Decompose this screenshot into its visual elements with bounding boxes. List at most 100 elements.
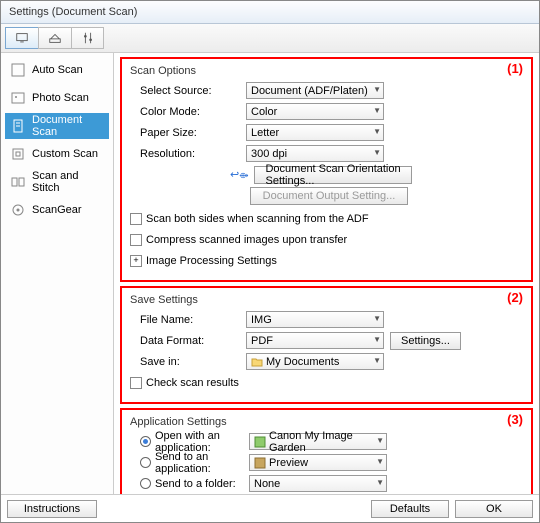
settings-window: Settings (Document Scan) Auto Scan Photo…	[0, 0, 540, 523]
titlebar: Settings (Document Scan)	[1, 1, 539, 24]
chevron-down-icon: ▼	[373, 314, 381, 323]
preview-icon	[254, 457, 266, 469]
defaults-label: Defaults	[390, 503, 430, 515]
save-settings-title: Save Settings	[130, 294, 523, 306]
data-format-value: PDF	[251, 335, 273, 347]
sidebar-item-label: Scan and Stitch	[32, 170, 104, 194]
sidebar-item-custom-scan[interactable]: Custom Scan	[5, 141, 109, 167]
chevron-down-icon: ▼	[376, 457, 384, 466]
application-settings-section: (3) Application Settings Open with an ap…	[120, 408, 533, 494]
open-with-dropdown[interactable]: Canon My Image Garden ▼	[249, 433, 387, 450]
sidebar-item-label: Document Scan	[32, 114, 104, 138]
send-folder-value: None	[254, 478, 280, 490]
footer: Instructions Defaults OK	[1, 494, 539, 522]
scanner-flatbed-icon	[48, 31, 62, 45]
orientation-hint-icon: ↩⟴	[230, 168, 248, 181]
save-in-label: Save in:	[130, 356, 246, 368]
monitor-icon	[15, 31, 29, 45]
section-number-1: (1)	[507, 61, 523, 76]
content: (1) Scan Options Select Source: Document…	[114, 53, 539, 494]
file-name-label: File Name:	[130, 314, 246, 326]
sidebar-item-label: ScanGear	[32, 204, 82, 216]
defaults-button[interactable]: Defaults	[371, 500, 449, 518]
paper-size-dropdown[interactable]: Letter ▼	[246, 124, 384, 141]
chevron-down-icon: ▼	[373, 148, 381, 157]
body: Auto Scan Photo Scan Document Scan Custo…	[1, 53, 539, 494]
scangear-icon	[10, 202, 26, 218]
sidebar-item-photo-scan[interactable]: Photo Scan	[5, 85, 109, 111]
application-settings-title: Application Settings	[130, 416, 523, 428]
chevron-down-icon: ▼	[373, 356, 381, 365]
auto-scan-icon	[10, 62, 26, 78]
open-with-value: Canon My Image Garden	[269, 430, 382, 454]
orientation-settings-button[interactable]: Document Scan Orientation Settings...	[254, 166, 412, 184]
chevron-down-icon: ▼	[373, 85, 381, 94]
open-with-radio[interactable]	[140, 436, 151, 447]
color-mode-label: Color Mode:	[130, 106, 246, 118]
sidebar-item-label: Photo Scan	[32, 92, 89, 104]
custom-scan-icon	[10, 146, 26, 162]
save-settings-section: (2) Save Settings File Name: IMG ▼ Data …	[120, 286, 533, 404]
section-number-2: (2)	[507, 290, 523, 305]
resolution-dropdown[interactable]: 300 dpi ▼	[246, 145, 384, 162]
save-in-dropdown[interactable]: My Documents ▼	[246, 353, 384, 370]
file-name-value: IMG	[251, 314, 272, 326]
file-name-field[interactable]: IMG ▼	[246, 311, 384, 328]
paper-size-value: Letter	[251, 127, 279, 139]
sidebar-item-label: Custom Scan	[32, 148, 98, 160]
send-folder-label: Send to a folder:	[155, 478, 249, 490]
scan-both-sides-label: Scan both sides when scanning from the A…	[146, 213, 369, 225]
orientation-settings-label: Document Scan Orientation Settings...	[265, 163, 401, 187]
sidebar-item-document-scan[interactable]: Document Scan	[5, 113, 109, 139]
settings-btn-label: Settings...	[401, 335, 450, 347]
output-setting-label: Document Output Setting...	[263, 190, 396, 202]
data-format-label: Data Format:	[130, 335, 246, 347]
data-format-dropdown[interactable]: PDF ▼	[246, 332, 384, 349]
app-icon	[254, 436, 266, 448]
save-in-value: My Documents	[266, 356, 339, 368]
sidebar-item-scan-and-stitch[interactable]: Scan and Stitch	[5, 169, 109, 195]
chevron-down-icon: ▼	[373, 127, 381, 136]
toolbar-scan-from-operation-panel[interactable]	[38, 27, 71, 49]
sidebar-item-auto-scan[interactable]: Auto Scan	[5, 57, 109, 83]
send-folder-radio[interactable]	[140, 478, 151, 489]
sidebar-item-label: Auto Scan	[32, 64, 83, 76]
document-scan-icon	[10, 118, 26, 134]
paper-size-label: Paper Size:	[130, 127, 246, 139]
chevron-down-icon: ▼	[376, 436, 384, 445]
chevron-down-icon: ▼	[373, 106, 381, 115]
instructions-label: Instructions	[24, 503, 80, 515]
select-source-label: Select Source:	[130, 85, 246, 97]
output-setting-button[interactable]: Document Output Setting...	[250, 187, 408, 205]
select-source-dropdown[interactable]: Document (ADF/Platen) ▼	[246, 82, 384, 99]
instructions-button[interactable]: Instructions	[7, 500, 97, 518]
sidebar-item-scangear[interactable]: ScanGear	[5, 197, 109, 223]
sliders-icon	[81, 31, 95, 45]
send-app-radio[interactable]	[140, 457, 151, 468]
scan-stitch-icon	[10, 174, 26, 190]
check-scan-results-checkbox[interactable]	[130, 377, 142, 389]
photo-scan-icon	[10, 90, 26, 106]
color-mode-dropdown[interactable]: Color ▼	[246, 103, 384, 120]
select-source-value: Document (ADF/Platen)	[251, 85, 368, 97]
scan-options-title: Scan Options	[130, 65, 523, 77]
toolbar-general-settings[interactable]	[71, 27, 104, 49]
send-app-label: Send to an application:	[155, 451, 249, 475]
ok-button[interactable]: OK	[455, 500, 533, 518]
folder-icon	[251, 356, 263, 368]
resolution-value: 300 dpi	[251, 148, 287, 160]
resolution-label: Resolution:	[130, 148, 246, 160]
top-toolbar	[1, 24, 539, 53]
send-folder-dropdown[interactable]: None ▼	[249, 475, 387, 492]
data-format-settings-button[interactable]: Settings...	[390, 332, 461, 350]
scan-both-sides-checkbox[interactable]	[130, 213, 142, 225]
window-title: Settings (Document Scan)	[9, 6, 137, 18]
send-app-value: Preview	[269, 457, 308, 469]
color-mode-value: Color	[251, 106, 277, 118]
expand-image-processing[interactable]: +	[130, 255, 142, 267]
toolbar-scan-from-computer[interactable]	[5, 27, 38, 49]
send-app-dropdown[interactable]: Preview ▼	[249, 454, 387, 471]
chevron-down-icon: ▼	[373, 335, 381, 344]
compress-checkbox[interactable]	[130, 234, 142, 246]
section-number-3: (3)	[507, 412, 523, 427]
